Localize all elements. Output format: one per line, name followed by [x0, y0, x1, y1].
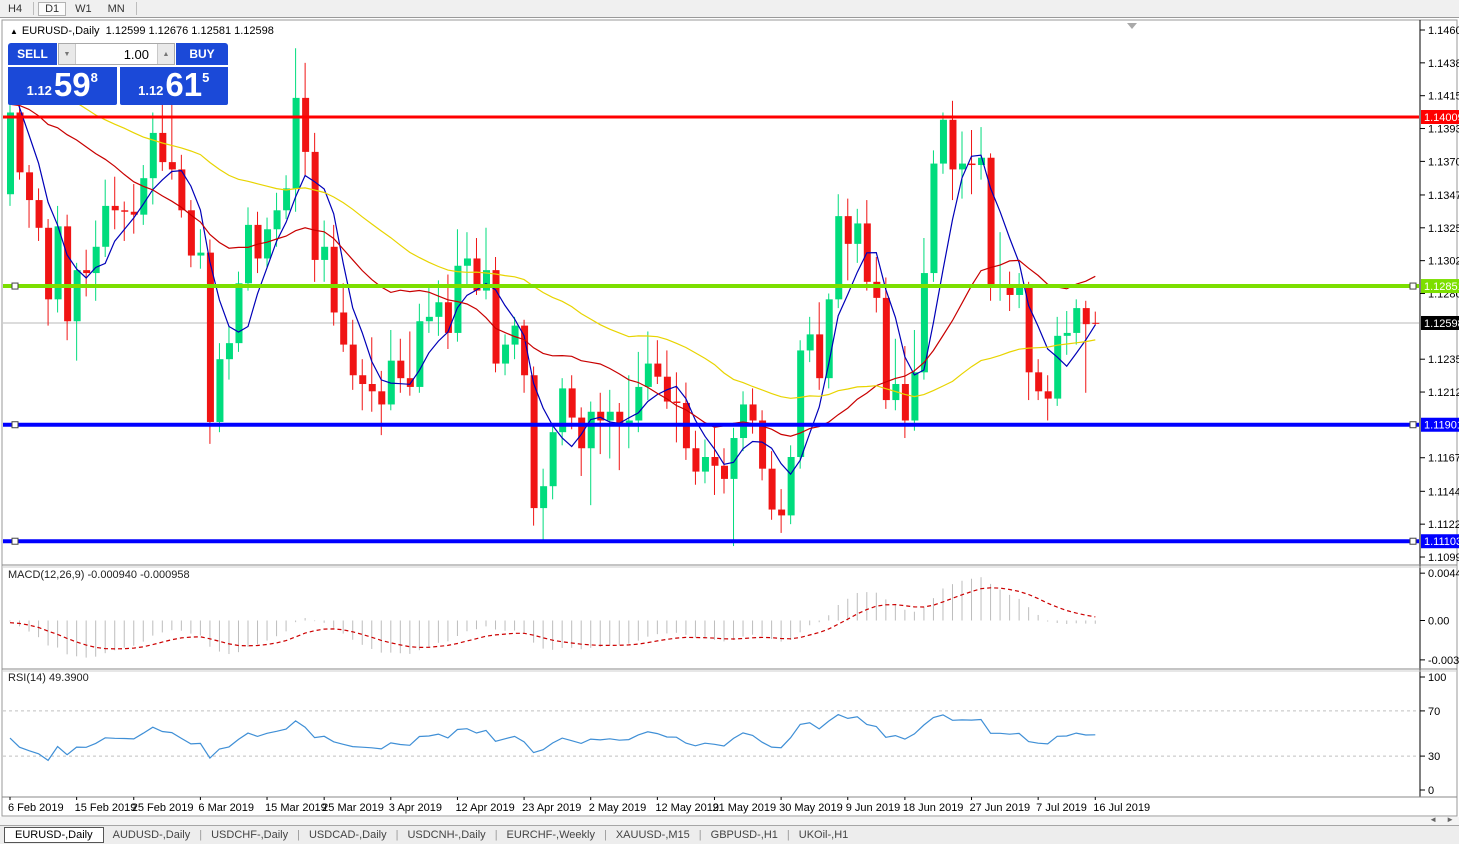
- timeframe-toolbar: H4 D1W1MN: [0, 0, 1459, 18]
- symbol-name: EURUSD-,Daily: [22, 25, 100, 37]
- rsi-tick-label: 100: [1428, 672, 1446, 684]
- price-tick-label: 1.13705: [1428, 156, 1459, 168]
- macd-tick-label: 0.00: [1428, 616, 1449, 628]
- macd-tick-label: 0.004465: [1428, 568, 1459, 580]
- chart-hscrollbar[interactable]: ◄ ►: [0, 817, 1459, 825]
- date-tick-label: 12 Apr 2019: [455, 802, 514, 814]
- chart-tab-ukoilh1[interactable]: UKOil-,H1: [790, 828, 858, 842]
- sell-price-pip: 8: [91, 70, 98, 85]
- rsi-tick-label: 30: [1428, 751, 1440, 763]
- svg-text:1.14009: 1.14009: [1424, 112, 1459, 124]
- date-tick-label: 9 Jun 2019: [846, 802, 900, 814]
- chart-tab-xauusdm15[interactable]: XAUUSD-,M15: [607, 828, 699, 842]
- date-tick-label: 27 Jun 2019: [970, 802, 1031, 814]
- date-tick-label: 30 May 2019: [779, 802, 843, 814]
- date-tick-label: 6 Mar 2019: [198, 802, 254, 814]
- timeframe-button-MN[interactable]: MN: [101, 2, 132, 16]
- timeframe-button-D1[interactable]: D1: [38, 2, 66, 16]
- price-tick-label: 1.14605: [1428, 25, 1459, 37]
- buy-price-prefix: 1.12: [138, 83, 163, 98]
- timeframe-button-H4[interactable]: H4: [1, 2, 29, 16]
- sell-button[interactable]: SELL: [8, 43, 57, 65]
- collapse-triangle-icon[interactable]: ▲: [10, 27, 18, 36]
- price-tick-label: 1.14380: [1428, 58, 1459, 70]
- buy-price-display[interactable]: 1.12 61 5: [120, 67, 229, 105]
- volume-stepper: ▼ ▲: [58, 43, 175, 65]
- svg-text:1.11901: 1.11901: [1424, 420, 1459, 432]
- price-tick-label: 1.13930: [1428, 124, 1459, 136]
- toolbar-separator: [136, 2, 137, 15]
- chart-tab-gbpusdh1[interactable]: GBPUSD-,H1: [702, 828, 787, 842]
- volume-input[interactable]: [76, 44, 157, 64]
- price-tick-label: 1.14155: [1428, 91, 1459, 103]
- date-tick-label: 16 Jul 2019: [1093, 802, 1150, 814]
- rsi-tick-label: 70: [1428, 706, 1440, 718]
- date-tick-label: 15 Feb 2019: [75, 802, 137, 814]
- price-tick-label: 1.13025: [1428, 256, 1459, 268]
- svg-text:1.12851: 1.12851: [1424, 281, 1459, 293]
- price-tick-label: 1.13250: [1428, 223, 1459, 235]
- chart-tab-eurusddaily[interactable]: EURUSD-,Daily: [4, 827, 104, 843]
- chart-symbol-header: ▲ EURUSD-,Daily 1.12599 1.12676 1.12581 1…: [10, 25, 274, 37]
- chart-tab-audusddaily[interactable]: AUDUSD-,Daily: [104, 828, 200, 842]
- price-chart[interactable]: 1.14605 1.14380 1.14155 1.13930 1.13705 1.134…: [0, 0, 1459, 825]
- sell-price-display[interactable]: 1.12 59 8: [8, 67, 117, 105]
- date-tick-label: 3 Apr 2019: [389, 802, 442, 814]
- date-tick-label: 25 Mar 2019: [322, 802, 384, 814]
- scroll-left-icon[interactable]: ◄: [1429, 815, 1437, 824]
- chart-tab-usdcnhdaily[interactable]: USDCNH-,Daily: [398, 828, 494, 842]
- price-tick-label: 1.10995: [1428, 552, 1459, 564]
- buy-button[interactable]: BUY: [176, 43, 228, 65]
- macd-values: -0.000940 -0.000958: [87, 569, 189, 581]
- date-tick-label: 12 May 2019: [655, 802, 719, 814]
- date-tick-label: 7 Jul 2019: [1036, 802, 1087, 814]
- price-tick-label: 1.12125: [1428, 387, 1459, 399]
- timeframe-button-W1[interactable]: W1: [68, 2, 99, 16]
- date-tick-label: 25 Feb 2019: [132, 802, 194, 814]
- price-tick-label: 1.11675: [1428, 453, 1459, 465]
- chart-tab-eurchfweekly[interactable]: EURCHF-,Weekly: [498, 828, 604, 842]
- sell-price-big: 59: [54, 67, 91, 103]
- price-tick-label: 1.11445: [1428, 486, 1459, 498]
- macd-name: MACD(12,26,9): [8, 569, 84, 581]
- toolbar-separator: [33, 2, 34, 15]
- scroll-right-icon[interactable]: ►: [1446, 815, 1454, 824]
- rsi-name: RSI(14): [8, 672, 46, 684]
- date-tick-label: 6 Feb 2019: [8, 802, 64, 814]
- price-tick-label: 1.12350: [1428, 354, 1459, 366]
- chart-tab-usdchfdaily[interactable]: USDCHF-,Daily: [202, 828, 297, 842]
- price-tick-label: 1.13475: [1428, 190, 1459, 202]
- volume-decrease-button[interactable]: ▼: [59, 44, 76, 64]
- buy-price-pip: 5: [202, 70, 209, 85]
- symbol-ohlc-values: 1.12599 1.12676 1.12581 1.12598: [106, 25, 274, 37]
- volume-increase-button[interactable]: ▲: [157, 44, 174, 64]
- rsi-tick-label: 0: [1428, 785, 1434, 797]
- one-click-trade-panel: SELL ▼ ▲ BUY 1.12 59 8 1.12 61 5: [8, 43, 228, 105]
- date-tick-label: 15 Mar 2019: [265, 802, 327, 814]
- svg-text:1.12598: 1.12598: [1424, 318, 1459, 330]
- date-tick-label: 18 Jun 2019: [903, 802, 964, 814]
- sell-price-prefix: 1.12: [27, 83, 52, 98]
- date-tick-label: 21 May 2019: [712, 802, 776, 814]
- date-tick-label: 2 May 2019: [589, 802, 646, 814]
- chart-shift-marker[interactable]: [1127, 23, 1137, 29]
- buy-price-big: 61: [165, 67, 202, 103]
- date-tick-label: 23 Apr 2019: [522, 802, 581, 814]
- rsi-value: 49.3900: [49, 672, 89, 684]
- macd-indicator-label: MACD(12,26,9) -0.000940 -0.000958: [8, 569, 190, 581]
- chart-tabs: EURUSD-,DailyAUDUSD-,Daily|USDCHF-,Daily…: [0, 825, 1459, 844]
- macd-tick-label: -0.003715: [1428, 655, 1459, 667]
- chart-tab-usdcaddaily[interactable]: USDCAD-,Daily: [300, 828, 396, 842]
- svg-text:1.11103: 1.11103: [1424, 536, 1459, 548]
- rsi-indicator-label: RSI(14) 49.3900: [8, 672, 89, 684]
- price-tick-label: 1.11220: [1428, 519, 1459, 531]
